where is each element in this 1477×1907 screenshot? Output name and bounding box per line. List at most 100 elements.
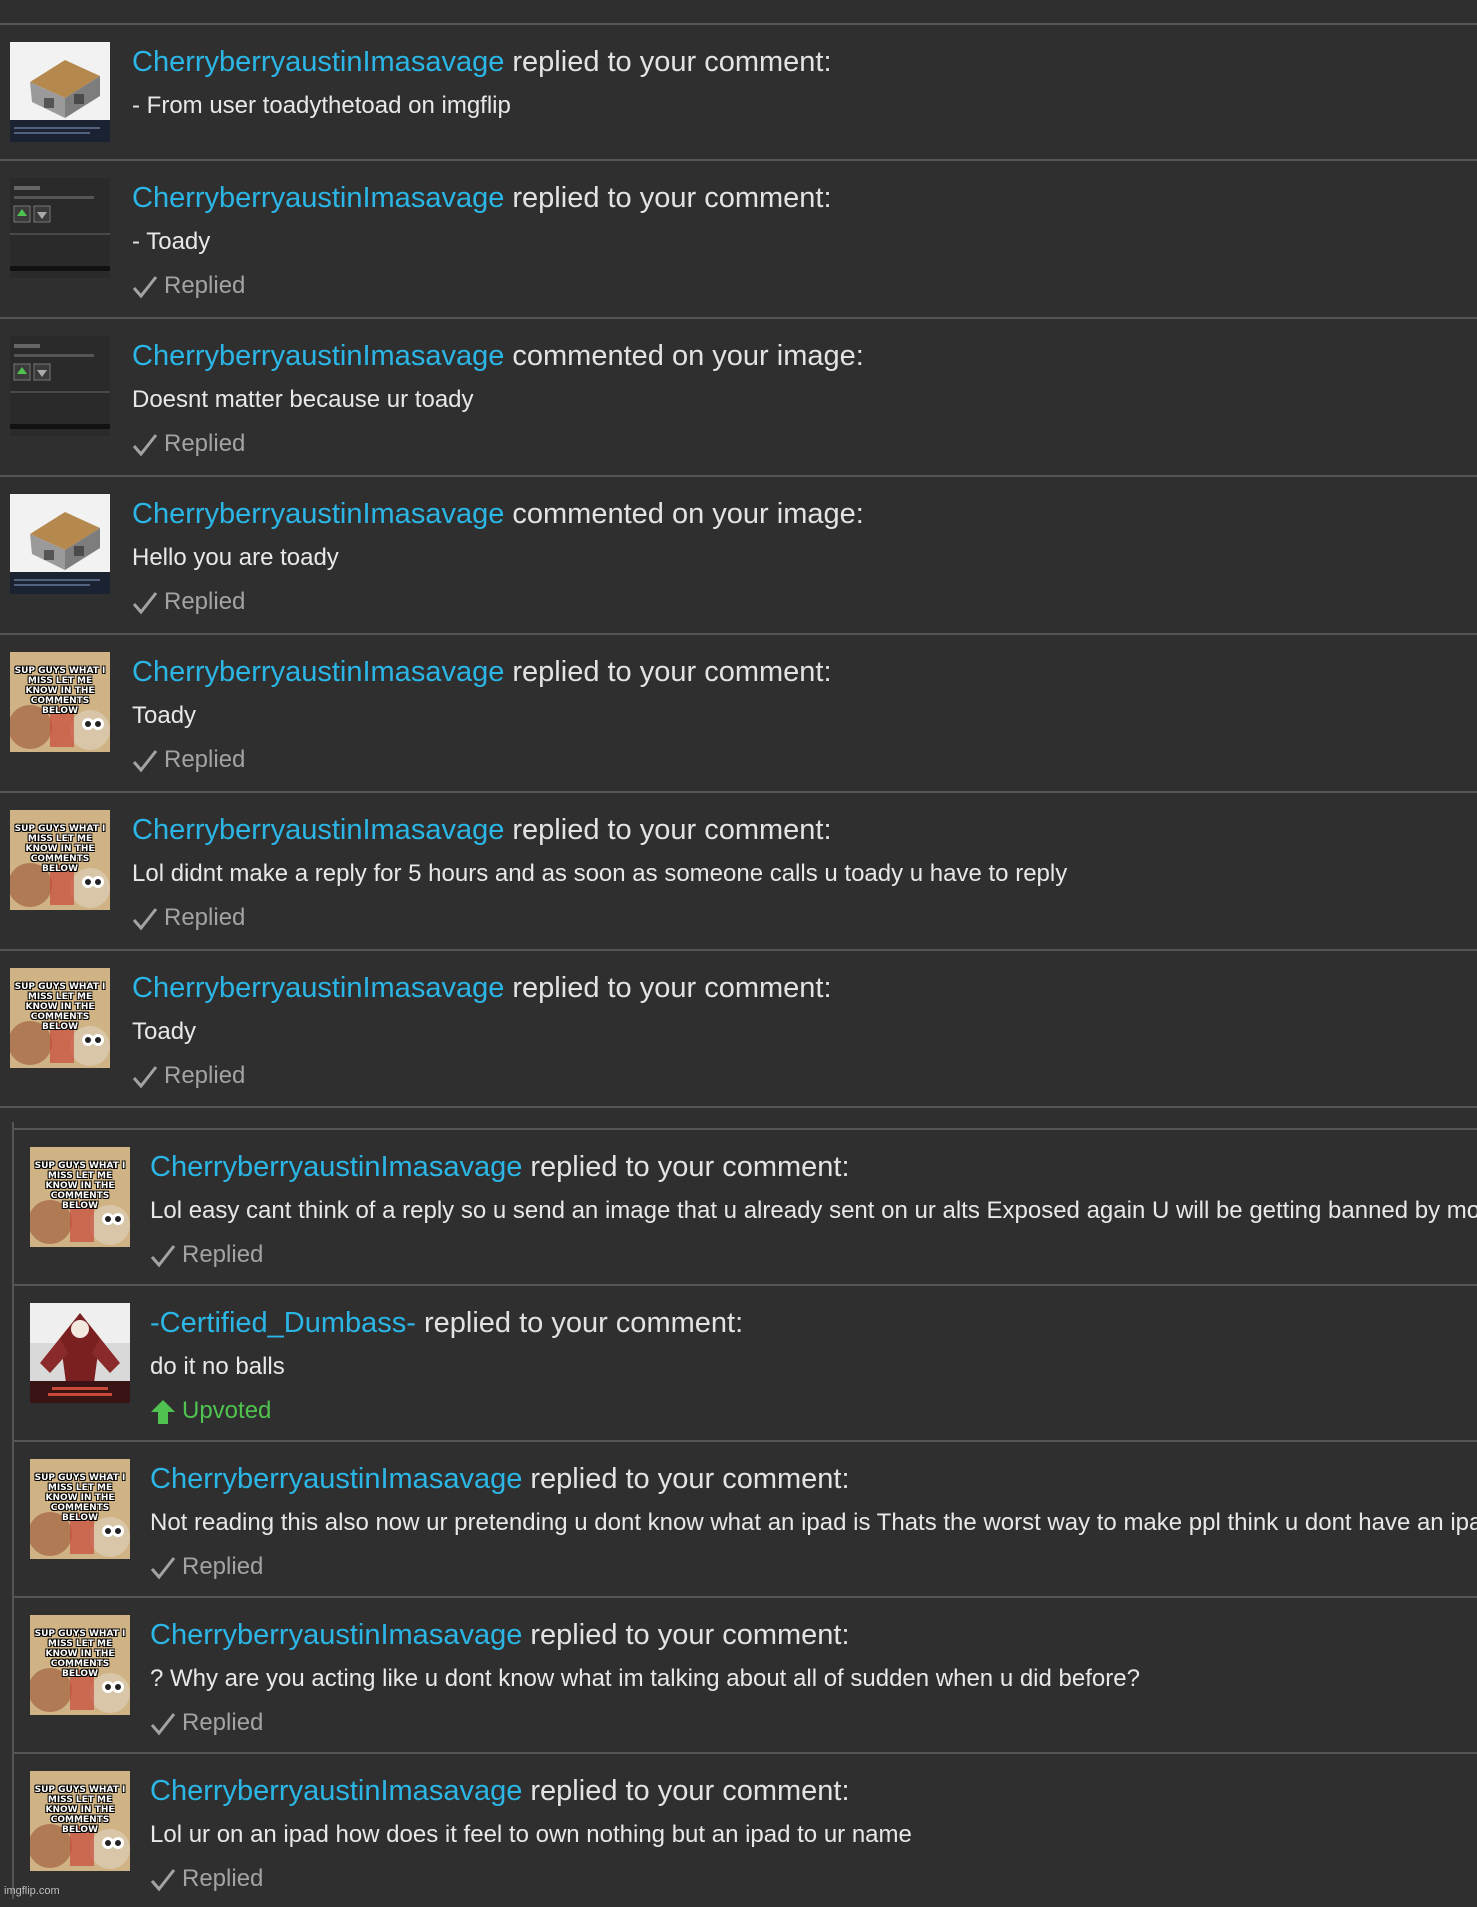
username-link[interactable]: -Certified_Dumbass- [150, 1307, 416, 1339]
replied-status: Replied [132, 746, 245, 774]
notification-item[interactable]: SUP GUYS WHAT I MISS LET ME KNOW IN THE … [0, 1131, 1477, 1283]
comment-text[interactable]: Toady [132, 702, 196, 730]
checkmark-icon [150, 1712, 176, 1736]
username-link[interactable]: CherryberryaustinImasavage [132, 972, 504, 1004]
meme-caption: SUP GUYS WHAT I MISS LET ME KNOW IN THE … [34, 1473, 126, 1523]
username-link[interactable]: CherryberryaustinImasavage [150, 1463, 522, 1495]
comment-text[interactable]: Lol didnt make a reply for 5 hours and a… [132, 860, 1067, 888]
comment-text[interactable]: Doesnt matter because ur toady [132, 386, 474, 414]
notification-item[interactable]: SUP GUYS WHAT I MISS LET ME KNOW IN THE … [0, 794, 1477, 946]
notification-thumbnail[interactable]: SUP GUYS WHAT I MISS LET ME KNOW IN THE … [30, 1615, 130, 1715]
checkmark-icon [132, 907, 158, 931]
notification-thumbnail[interactable] [10, 336, 110, 436]
replied-status: Replied [132, 1062, 245, 1090]
replied-status: Replied [150, 1553, 263, 1581]
status-label: Replied [164, 1062, 246, 1089]
notification-item[interactable]: SUP GUYS WHAT I MISS LET ME KNOW IN THE … [0, 1443, 1477, 1595]
username-link[interactable]: CherryberryaustinImasavage [132, 814, 504, 846]
status-label: Replied [164, 588, 246, 615]
status-label: Replied [182, 1865, 264, 1892]
screenshot-thumb-icon [10, 336, 110, 436]
notification-item[interactable]: SUP GUYS WHAT I MISS LET ME KNOW IN THE … [0, 636, 1477, 788]
divider [0, 23, 1477, 25]
notification-action: replied to your comment: [530, 1151, 850, 1183]
status-label: Replied [164, 746, 246, 773]
comment-text[interactable]: Toady [132, 1018, 196, 1046]
notification-thumbnail[interactable]: SUP GUYS WHAT I MISS LET ME KNOW IN THE … [10, 810, 110, 910]
username-link[interactable]: CherryberryaustinImasavage [150, 1619, 522, 1651]
divider [0, 1106, 1477, 1108]
replied-status: Replied [150, 1709, 263, 1737]
comment-text[interactable]: Lol ur on an ipad how does it feel to ow… [150, 1821, 912, 1849]
notification-thumbnail[interactable]: SUP GUYS WHAT I MISS LET ME KNOW IN THE … [30, 1459, 130, 1559]
divider [14, 1284, 1477, 1286]
notification-action: replied to your comment: [423, 1307, 744, 1339]
notification-headline: CherryberryaustinImasavage replied to yo… [150, 1775, 850, 1807]
notification-thumbnail[interactable]: SUP GUYS WHAT I MISS LET ME KNOW IN THE … [10, 968, 110, 1068]
comment-text[interactable]: Not reading this also now ur pretending … [150, 1509, 1477, 1537]
notification-item[interactable]: CherryberryaustinImasavage replied to yo… [0, 162, 1477, 314]
comment-text[interactable]: Lol easy cant think of a reply so u send… [150, 1197, 1477, 1225]
screenshot-thumb-icon [10, 178, 110, 278]
notification-thumbnail[interactable] [10, 42, 110, 142]
comment-text[interactable]: ? Why are you acting like u dont know wh… [150, 1665, 1140, 1693]
notification-action: commented on your image: [512, 498, 864, 530]
username-link[interactable]: CherryberryaustinImasavage [132, 46, 504, 78]
house-image-icon [10, 494, 110, 594]
notification-thumbnail[interactable] [10, 494, 110, 594]
status-label: Replied [164, 430, 246, 457]
notification-thumbnail[interactable]: SUP GUYS WHAT I MISS LET ME KNOW IN THE … [10, 652, 110, 752]
status-label: Replied [182, 1709, 264, 1736]
house-image-icon [10, 42, 110, 142]
username-link[interactable]: CherryberryaustinImasavage [132, 340, 504, 372]
meme-caption: SUP GUYS WHAT I MISS LET ME KNOW IN THE … [14, 666, 106, 716]
notification-thumbnail[interactable] [10, 178, 110, 278]
notification-item[interactable]: CherryberryaustinImasavage commented on … [0, 320, 1477, 472]
meme-image-icon: SUP GUYS WHAT I MISS LET ME KNOW IN THE … [30, 1615, 130, 1715]
notification-thumbnail[interactable]: SUP GUYS WHAT I MISS LET ME KNOW IN THE … [30, 1771, 130, 1871]
replied-status: Replied [150, 1241, 263, 1269]
notification-headline: CherryberryaustinImasavage replied to yo… [150, 1151, 850, 1183]
notification-action: replied to your comment: [512, 182, 832, 214]
comment-text[interactable]: - From user toadythetoad on imgflip [132, 92, 511, 120]
divider [0, 949, 1477, 951]
status-label: Upvoted [182, 1397, 272, 1424]
meme-image-icon: SUP GUYS WHAT I MISS LET ME KNOW IN THE … [30, 1147, 130, 1247]
username-link[interactable]: CherryberryaustinImasavage [132, 656, 504, 688]
replied-status: Replied [132, 588, 245, 616]
notification-item[interactable]: SUP GUYS WHAT I MISS LET ME KNOW IN THE … [0, 952, 1477, 1104]
notification-action: replied to your comment: [512, 814, 832, 846]
divider [0, 317, 1477, 319]
replied-status: Replied [132, 430, 245, 458]
notification-action: replied to your comment: [512, 656, 832, 688]
status-label: Replied [164, 272, 246, 299]
meme-caption: SUP GUYS WHAT I MISS LET ME KNOW IN THE … [14, 982, 106, 1032]
notification-action: replied to your comment: [530, 1775, 850, 1807]
notification-headline: CherryberryaustinImasavage replied to yo… [132, 814, 832, 846]
checkmark-icon [150, 1556, 176, 1580]
comment-text[interactable]: do it no balls [150, 1353, 285, 1381]
checkmark-icon [132, 275, 158, 299]
comment-text[interactable]: - Toady [132, 228, 210, 256]
username-link[interactable]: CherryberryaustinImasavage [132, 182, 504, 214]
notification-item[interactable]: -Certified_Dumbass- replied to your comm… [0, 1287, 1477, 1439]
divider [14, 1596, 1477, 1598]
notification-item[interactable]: SUP GUYS WHAT I MISS LET ME KNOW IN THE … [0, 1599, 1477, 1751]
notification-thumbnail[interactable]: SUP GUYS WHAT I MISS LET ME KNOW IN THE … [30, 1147, 130, 1247]
meme-caption: SUP GUYS WHAT I MISS LET ME KNOW IN THE … [34, 1629, 126, 1679]
checkmark-icon [132, 591, 158, 615]
username-link[interactable]: CherryberryaustinImasavage [132, 498, 504, 530]
upvote-arrow-icon [151, 1399, 175, 1424]
checkmark-icon [150, 1244, 176, 1268]
notification-item[interactable]: CherryberryaustinImasavage replied to yo… [0, 26, 1477, 178]
notification-thumbnail[interactable] [30, 1303, 130, 1403]
meme-caption: SUP GUYS WHAT I MISS LET ME KNOW IN THE … [14, 824, 106, 874]
notification-headline: CherryberryaustinImasavage replied to yo… [150, 1463, 850, 1495]
meme-caption: SUP GUYS WHAT I MISS LET ME KNOW IN THE … [34, 1785, 126, 1835]
checkmark-icon [150, 1868, 176, 1892]
username-link[interactable]: CherryberryaustinImasavage [150, 1775, 522, 1807]
username-link[interactable]: CherryberryaustinImasavage [150, 1151, 522, 1183]
notification-item[interactable]: CherryberryaustinImasavage commented on … [0, 478, 1477, 630]
comment-text[interactable]: Hello you are toady [132, 544, 339, 572]
notification-item[interactable]: SUP GUYS WHAT I MISS LET ME KNOW IN THE … [0, 1755, 1477, 1907]
